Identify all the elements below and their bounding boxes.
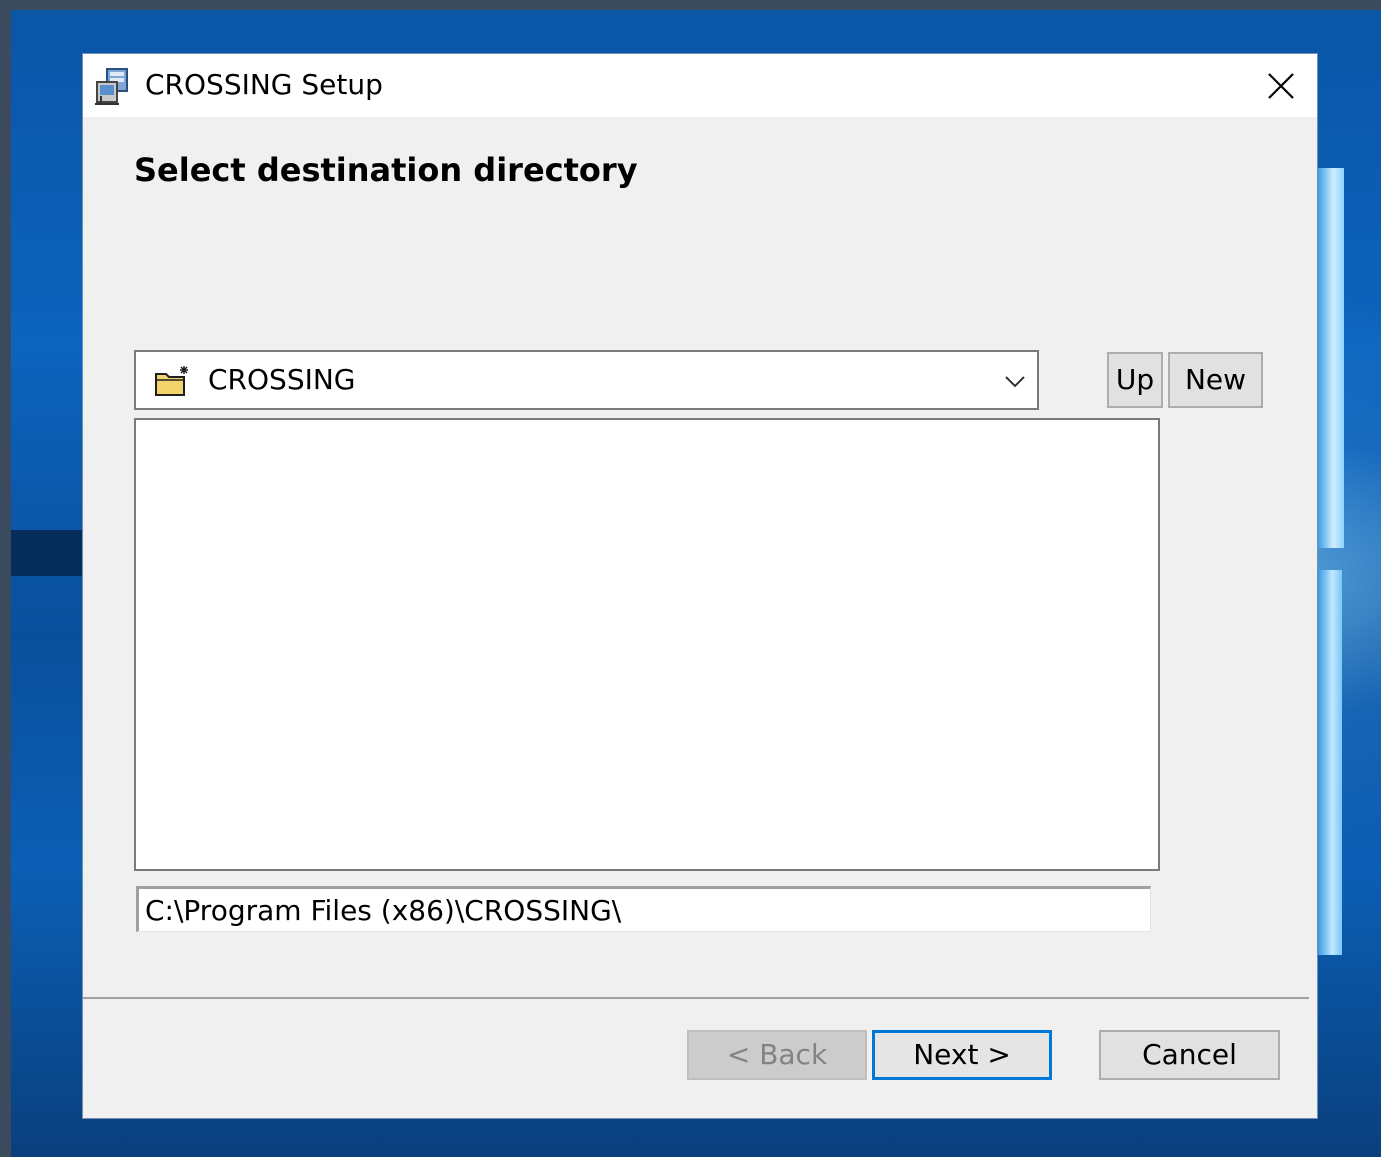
installer-icon: [93, 66, 131, 106]
close-button[interactable]: [1255, 64, 1307, 108]
chevron-down-icon[interactable]: [1002, 368, 1028, 394]
window-title: CROSSING Setup: [145, 68, 383, 101]
close-icon: [1268, 73, 1294, 99]
desktop-frame: [0, 0, 1381, 10]
destination-path-field[interactable]: [136, 886, 1151, 932]
folder-list[interactable]: [134, 418, 1160, 871]
page-heading: Select destination directory: [134, 151, 638, 189]
folder-dropdown[interactable]: CROSSING: [134, 350, 1039, 410]
new-folder-button[interactable]: New: [1168, 352, 1263, 408]
up-button[interactable]: Up: [1107, 352, 1163, 408]
back-button[interactable]: < Back: [687, 1030, 867, 1080]
next-button[interactable]: Next >: [872, 1030, 1052, 1080]
desktop-frame: [0, 0, 11, 1157]
setup-dialog: CROSSING Setup Select destination direct…: [82, 53, 1318, 1119]
desktop-wallpaper-detail: [11, 530, 91, 576]
divider: [83, 997, 1309, 999]
title-bar[interactable]: CROSSING Setup: [83, 54, 1317, 117]
desktop-wallpaper-detail: [1318, 570, 1342, 955]
desktop-wallpaper-detail: [1318, 168, 1344, 548]
selected-folder: CROSSING: [208, 363, 356, 396]
new-folder-icon: [154, 364, 194, 398]
cancel-button[interactable]: Cancel: [1099, 1030, 1280, 1080]
